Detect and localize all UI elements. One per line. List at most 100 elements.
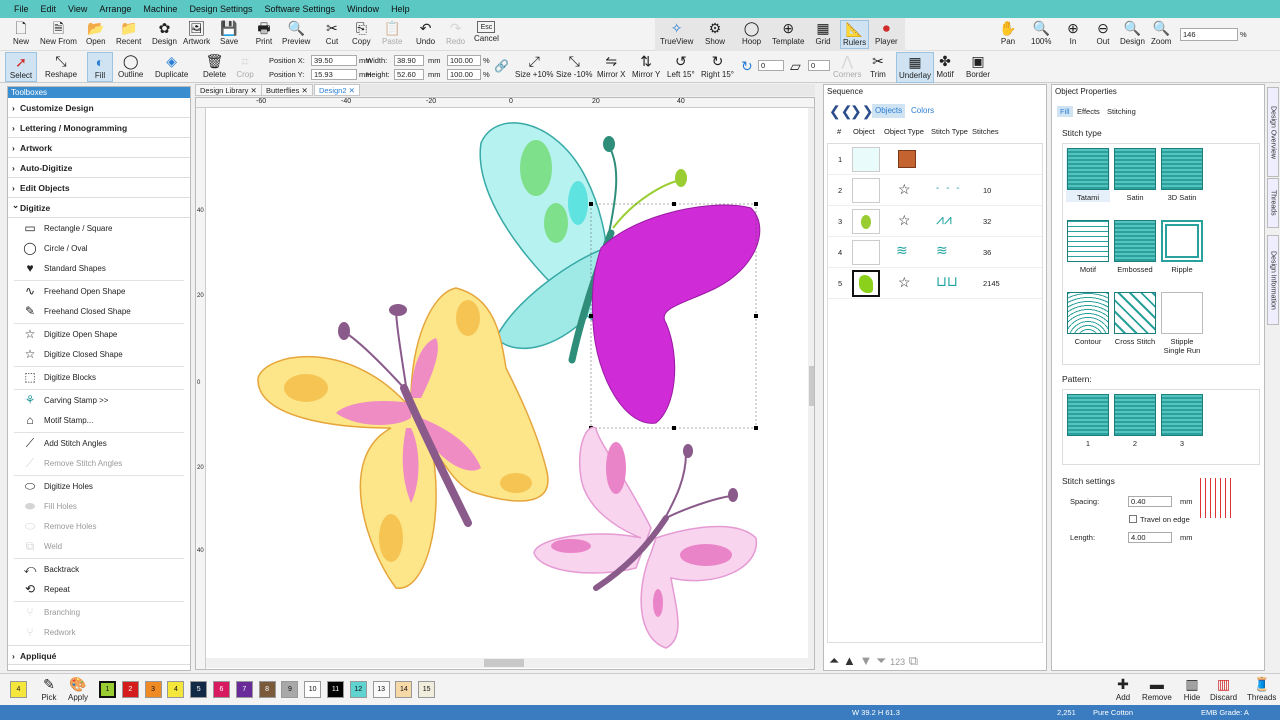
mirror-y-button[interactable]: ⇅ Mirror Y xyxy=(632,54,660,80)
save-button[interactable]: 💾 Save xyxy=(220,21,238,47)
rotate-left-button[interactable]: ↺ Left 15° xyxy=(667,54,695,80)
thread-color-swatch[interactable]: 2 xyxy=(121,681,139,698)
template-button[interactable]: ⊕ Template xyxy=(772,21,804,47)
tab-butterflies[interactable]: Butterflies ✕ xyxy=(261,84,313,96)
fill-button[interactable]: ◐ Fill xyxy=(87,52,113,82)
category-auto-digitize[interactable]: Auto-Digitize xyxy=(8,158,190,178)
mirror-x-button[interactable]: ⇋ Mirror X xyxy=(597,54,625,80)
close-icon[interactable]: ✕ xyxy=(250,86,256,95)
cut-button[interactable]: ✂ Cut xyxy=(323,21,341,47)
stitch-type-motif[interactable]: Motif xyxy=(1066,220,1110,274)
tool-standard-shapes[interactable]: ♥ Standard Shapes xyxy=(8,258,190,278)
menu-file[interactable]: File xyxy=(8,4,35,14)
thread-color-swatch[interactable]: 13 xyxy=(372,681,390,698)
recent-button[interactable]: 📁 Recent xyxy=(116,21,141,47)
length-input[interactable]: 4.00 xyxy=(1128,532,1172,543)
tool-freehand-open[interactable]: ∿ Freehand Open Shape xyxy=(8,281,190,301)
discard-button[interactable]: ▥ Discard xyxy=(1210,677,1237,703)
skew-angle-input[interactable]: 0 xyxy=(808,60,830,71)
lock-proportion-icon[interactable]: 🔗 xyxy=(494,59,509,73)
position-x-input[interactable]: 39.50 xyxy=(311,55,357,66)
menu-arrange[interactable]: Arrange xyxy=(93,4,137,14)
stitch-type-ripple[interactable]: Ripple xyxy=(1160,220,1204,274)
sequence-row[interactable]: 2 ☆ - - - 10 xyxy=(828,175,1042,206)
outline-button[interactable]: ◯ Outline xyxy=(118,54,143,80)
hide-button[interactable]: ▥ Hide xyxy=(1183,677,1201,703)
tool-add-stitch-angles[interactable]: ⟋ Add Stitch Angles xyxy=(8,433,190,453)
duplicate-button[interactable]: ◈ Duplicate xyxy=(155,54,188,80)
spacing-input[interactable]: 0.40 xyxy=(1128,496,1172,507)
close-icon[interactable]: ✕ xyxy=(301,86,307,95)
menu-edit[interactable]: Edit xyxy=(35,4,63,14)
rulers-button[interactable]: 📐 Rulers xyxy=(840,20,870,49)
size-down-button[interactable]: ⤡ Size -10% xyxy=(556,54,592,80)
show-button[interactable]: ⚙ Show xyxy=(705,21,725,47)
tool-digitize-blocks[interactable]: ⬚ Digitize Blocks xyxy=(8,367,190,387)
move-up-icon[interactable]: ▲ xyxy=(843,653,856,668)
horizontal-scrollbar[interactable] xyxy=(206,658,808,668)
thread-color-swatch[interactable]: 9 xyxy=(281,681,299,698)
delete-button[interactable]: 🗑 Delete xyxy=(203,54,226,80)
cancel-button[interactable]: Esc Cancel xyxy=(474,21,499,43)
category-lettering[interactable]: Lettering / Monogramming xyxy=(8,118,190,138)
stitch-type-cross-stitch[interactable]: Cross Stitch xyxy=(1113,292,1157,346)
width-input[interactable]: 38.90 xyxy=(394,55,424,66)
tab-effects[interactable]: Effects xyxy=(1074,106,1103,117)
sequence-row-selected[interactable]: 5 ☆ ⊔⊔ 2145 xyxy=(828,268,1042,299)
category-applique[interactable]: Appliqué xyxy=(8,645,190,666)
new-from-button[interactable]: 🗎 New From xyxy=(40,21,77,47)
current-color-swatch[interactable]: 4 xyxy=(10,681,27,698)
stitch-type-stipple[interactable]: Stipple Single Run xyxy=(1160,292,1204,355)
tool-freehand-closed[interactable]: ✎ Freehand Closed Shape xyxy=(8,301,190,321)
tool-digitize-open[interactable]: ☆ Digitize Open Shape xyxy=(8,324,190,344)
trim-button[interactable]: ✂ Trim xyxy=(869,54,887,80)
rotate-right-button[interactable]: ↻ Right 15° xyxy=(701,54,734,80)
menu-help[interactable]: Help xyxy=(385,4,416,14)
copy-button[interactable]: ⎘ Copy xyxy=(352,21,371,47)
tab-colors[interactable]: Colors xyxy=(908,104,937,118)
reshape-button[interactable]: ⤡ Reshape xyxy=(45,54,77,80)
thread-color-swatch[interactable]: 3 xyxy=(144,681,162,698)
category-digitize[interactable]: Digitize xyxy=(8,195,190,218)
nav-prev-icon[interactable]: ❮❮ xyxy=(829,103,852,120)
menu-window[interactable]: Window xyxy=(341,4,385,14)
rotate-angle-input[interactable]: 0 xyxy=(758,60,784,71)
stitch-type-satin[interactable]: Satin xyxy=(1113,148,1157,202)
thread-color-swatch[interactable]: 15 xyxy=(418,681,436,698)
pattern-1[interactable]: 1 xyxy=(1066,394,1110,448)
thread-color-swatch[interactable]: 5 xyxy=(190,681,208,698)
pattern-2[interactable]: 2 xyxy=(1113,394,1157,448)
height-percent-input[interactable]: 100.00 xyxy=(447,69,481,80)
thread-color-swatch[interactable]: 14 xyxy=(395,681,413,698)
add-thread-button[interactable]: ✚ Add xyxy=(1114,677,1132,703)
side-tab-threads[interactable]: Threads xyxy=(1267,178,1279,228)
stitch-type-3d-satin[interactable]: 3D Satin xyxy=(1160,148,1204,202)
redo-button[interactable]: ↷ Redo xyxy=(446,21,465,47)
zoom-out-button[interactable]: ⊖ Out xyxy=(1094,21,1112,47)
preview-button[interactable]: 🔍 Preview xyxy=(282,21,310,47)
corners-button[interactable]: ⋀ Corners xyxy=(833,54,861,80)
zoom-level-input[interactable]: 146 xyxy=(1180,28,1238,41)
trueview-button[interactable]: ✧ TrueView xyxy=(660,21,693,47)
tool-branching[interactable]: ⑂ Branching xyxy=(8,602,190,622)
motif-button[interactable]: ✤ Motif xyxy=(936,54,954,80)
category-customize-design[interactable]: Customize Design xyxy=(8,98,190,118)
tool-redwork[interactable]: ⑂ Redwork xyxy=(8,622,190,642)
tab-design-library[interactable]: Design Library ✕ xyxy=(195,84,262,96)
pick-color-button[interactable]: ✎ Pick xyxy=(40,677,58,703)
thread-color-swatch[interactable]: 8 xyxy=(258,681,276,698)
width-percent-input[interactable]: 100.00 xyxy=(447,55,481,66)
tool-digitize-closed[interactable]: ☆ Digitize Closed Shape xyxy=(8,344,190,364)
threads-button[interactable]: 🧵 Threads xyxy=(1247,677,1276,703)
renumber-icon[interactable]: 123 xyxy=(890,657,905,667)
zoom-in-button[interactable]: ⊕ In xyxy=(1064,21,1082,47)
tool-remove-holes[interactable]: ⬭ Remove Holes xyxy=(8,516,190,536)
menu-design-settings[interactable]: Design Settings xyxy=(183,4,258,14)
thread-color-swatch[interactable]: 10 xyxy=(304,681,322,698)
tool-remove-stitch-angles[interactable]: ⟋ Remove Stitch Angles xyxy=(8,453,190,473)
height-input[interactable]: 52.60 xyxy=(394,69,424,80)
thread-color-swatch[interactable]: 1 xyxy=(99,681,116,698)
menu-view[interactable]: View xyxy=(62,4,93,14)
move-first-icon[interactable]: ⏶ xyxy=(829,653,839,668)
menu-software-settings[interactable]: Software Settings xyxy=(259,4,342,14)
